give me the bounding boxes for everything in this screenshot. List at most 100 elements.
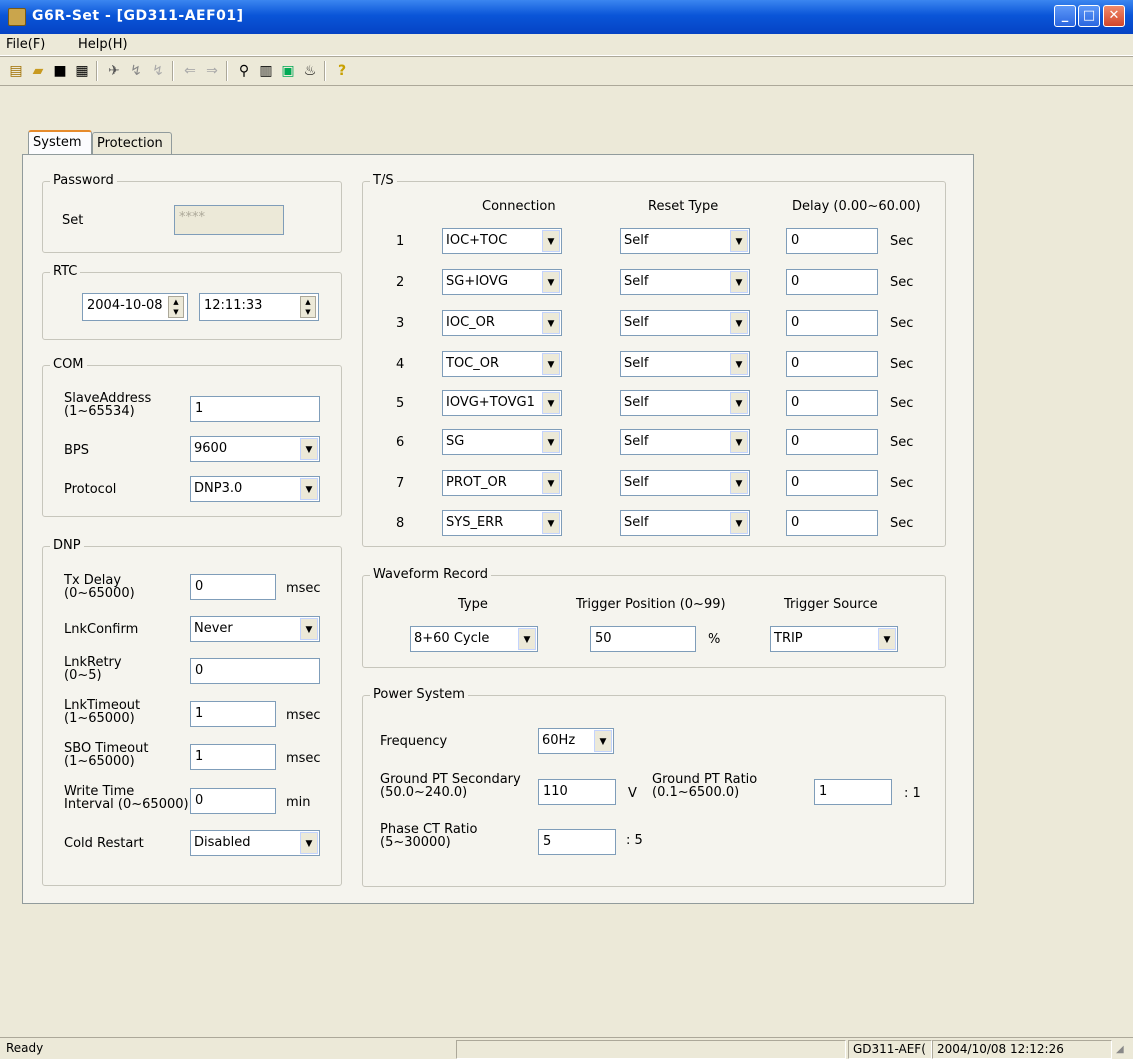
chevron-down-icon[interactable]: ▼ (542, 431, 560, 453)
lnk-retry-input[interactable]: 0 (190, 658, 320, 684)
ts-row-delay-input[interactable]: 0 (786, 390, 878, 416)
chevron-down-icon[interactable]: ▼ (730, 353, 748, 375)
read-icon[interactable]: ↯ (126, 61, 146, 81)
calculator-icon[interactable]: ▥ (256, 61, 276, 81)
chevron-down-icon[interactable]: ▼ (594, 730, 612, 752)
ts-row-reset-select[interactable]: Self ▼ (620, 228, 750, 254)
chevron-down-icon[interactable]: ▼ (730, 472, 748, 494)
ts-row-reset-select[interactable]: Self ▼ (620, 390, 750, 416)
ts-row-connection-value: IOC+TOC (446, 233, 508, 248)
chevron-down-icon[interactable]: ▼ (730, 271, 748, 293)
ts-row-connection-select[interactable]: SYS_ERR ▼ (442, 510, 562, 536)
ts-row-delay-input[interactable]: 0 (786, 269, 878, 295)
ground-pt-ratio-input[interactable]: 1 (814, 779, 892, 805)
password-set-label: Set (62, 213, 84, 228)
chevron-down-icon[interactable]: ▼ (542, 230, 560, 252)
ts-row-delay-input[interactable]: 0 (786, 351, 878, 377)
password-field[interactable]: **** (174, 205, 284, 235)
chevron-down-icon[interactable]: ▼ (730, 392, 748, 414)
chevron-down-icon[interactable]: ▼ (300, 478, 318, 500)
rtc-time-spinner[interactable]: ▲ ▼ (300, 296, 316, 318)
chevron-down-icon[interactable]: ▼ (542, 472, 560, 494)
ts-row-delay-input[interactable]: 0 (786, 470, 878, 496)
tab-system[interactable]: System (28, 130, 92, 154)
chevron-down-icon[interactable]: ▼ (518, 628, 536, 650)
frequency-select[interactable]: 60Hz ▼ (538, 728, 614, 754)
ts-row-reset-select[interactable]: Self ▼ (620, 429, 750, 455)
chevron-down-icon[interactable]: ▼ (730, 431, 748, 453)
ts-row-connection-select[interactable]: SG ▼ (442, 429, 562, 455)
ground-pt-secondary-range: (50.0~240.0) (380, 785, 468, 800)
trigger-source-select[interactable]: TRIP ▼ (770, 626, 898, 652)
ts-row-connection-select[interactable]: IOC+TOC ▼ (442, 228, 562, 254)
chevron-down-icon[interactable]: ▼ (730, 312, 748, 334)
chevron-down-icon[interactable]: ▼ (300, 618, 318, 640)
title-bar[interactable]: G6R-Set - [GD311-AEF01] _ □ ✕ (0, 0, 1133, 34)
write-icon[interactable]: ↯ (148, 61, 168, 81)
sbo-timeout-input[interactable]: 1 (190, 744, 276, 770)
search-icon[interactable]: ⚲ (234, 61, 254, 81)
protocol-select[interactable]: DNP3.0 ▼ (190, 476, 320, 502)
close-button[interactable]: ✕ (1103, 5, 1125, 27)
save-icon[interactable]: ■ (50, 61, 70, 81)
ts-row-connection-select[interactable]: IOC_OR ▼ (442, 310, 562, 336)
menu-help[interactable]: Help(H) (78, 37, 128, 52)
chevron-down-icon[interactable]: ▼ (542, 512, 560, 534)
monitor-icon[interactable]: ▣ (278, 61, 298, 81)
resize-grip-icon[interactable]: ◢ (1116, 1044, 1124, 1055)
trigger-position-input[interactable]: 50 (590, 626, 696, 652)
maximize-button[interactable]: □ (1078, 5, 1100, 27)
chevron-down-icon[interactable]: ▼ (878, 628, 896, 650)
ts-row-reset-select[interactable]: Self ▼ (620, 310, 750, 336)
write-time-input[interactable]: 0 (190, 788, 276, 814)
minimize-button[interactable]: _ (1054, 5, 1076, 27)
rtc-date-spinner[interactable]: ▲ ▼ (168, 296, 184, 318)
app-icon (8, 8, 26, 26)
event-icon[interactable]: ♨ (300, 61, 320, 81)
ts-row-reset-select[interactable]: Self ▼ (620, 470, 750, 496)
chevron-down-icon[interactable]: ▼ (542, 271, 560, 293)
open-icon[interactable]: ▰ (28, 61, 48, 81)
phase-ct-ratio-input[interactable]: 5 (538, 829, 616, 855)
ts-row-connection-select[interactable]: IOVG+TOVG1 ▼ (442, 390, 562, 416)
ts-row-connection-select[interactable]: PROT_OR ▼ (442, 470, 562, 496)
new-icon[interactable]: ▤ (6, 61, 26, 81)
ts-row-reset-select[interactable]: Self ▼ (620, 351, 750, 377)
ts-row-reset-select[interactable]: Self ▼ (620, 269, 750, 295)
waveform-type-select[interactable]: 8+60 Cycle ▼ (410, 626, 538, 652)
chevron-down-icon[interactable]: ▼ (730, 230, 748, 252)
ts-row-delay-input[interactable]: 0 (786, 429, 878, 455)
connect-icon[interactable]: ✈ (104, 61, 124, 81)
tx-delay-input[interactable]: 0 (190, 574, 276, 600)
chevron-down-icon[interactable]: ▼ (730, 512, 748, 534)
ts-header-delay: Delay (0.00~60.00) (792, 199, 921, 214)
ts-row-delay-input[interactable]: 0 (786, 228, 878, 254)
frequency-value: 60Hz (542, 733, 576, 748)
ts-row-delay-input[interactable]: 0 (786, 510, 878, 536)
chevron-down-icon[interactable]: ▼ (300, 832, 318, 854)
tab-protection[interactable]: Protection (92, 132, 172, 154)
window-title: G6R-Set - [GD311-AEF01] (32, 8, 244, 24)
chevron-down-icon[interactable]: ▼ (542, 392, 560, 414)
chevron-down-icon[interactable]: ▼ (542, 353, 560, 375)
ts-row-connection-select[interactable]: TOC_OR ▼ (442, 351, 562, 377)
ground-pt-secondary-input[interactable]: 110 (538, 779, 616, 805)
ts-row-delay-unit: Sec (890, 476, 914, 491)
ts-row-reset-select[interactable]: Self ▼ (620, 510, 750, 536)
chevron-down-icon[interactable]: ▼ (300, 438, 318, 460)
menu-file[interactable]: File(F) (6, 37, 45, 52)
ts-row-connection-select[interactable]: SG+IOVG ▼ (442, 269, 562, 295)
com-legend: COM (50, 357, 87, 372)
download-icon[interactable]: ⇐ (180, 61, 200, 81)
ts-row-delay-input[interactable]: 0 (786, 310, 878, 336)
protocol-value: DNP3.0 (194, 481, 243, 496)
slave-address-input[interactable]: 1 (190, 396, 320, 422)
lnk-confirm-select[interactable]: Never ▼ (190, 616, 320, 642)
print-icon[interactable]: ▦ (72, 61, 92, 81)
cold-restart-select[interactable]: Disabled ▼ (190, 830, 320, 856)
upload-icon[interactable]: ⇒ (202, 61, 222, 81)
lnk-timeout-input[interactable]: 1 (190, 701, 276, 727)
chevron-down-icon[interactable]: ▼ (542, 312, 560, 334)
bps-select[interactable]: 9600 ▼ (190, 436, 320, 462)
help-icon[interactable]: ? (332, 61, 352, 81)
